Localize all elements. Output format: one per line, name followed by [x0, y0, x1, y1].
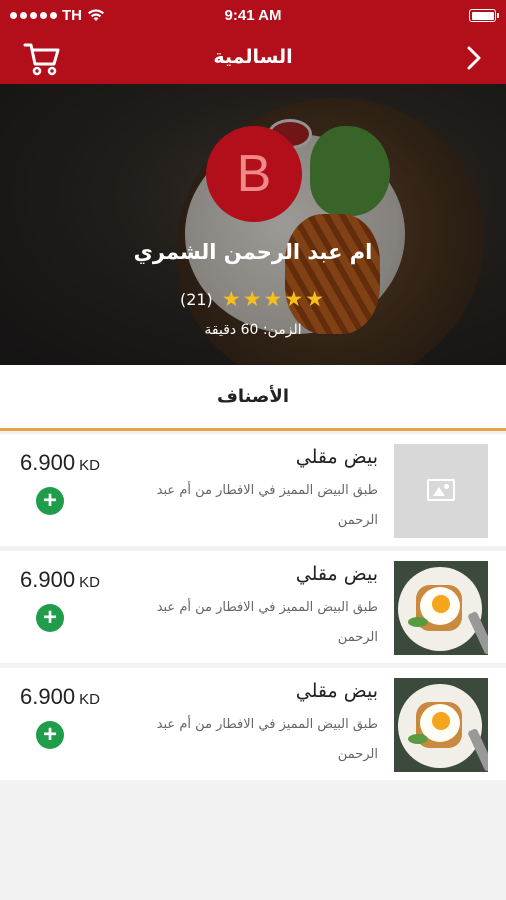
item-description: طبق البيض المميز في الافطار من أم عبد ال…: [156, 483, 378, 528]
item-price: 6.900 KD: [20, 684, 100, 710]
item-photo: [394, 678, 488, 772]
back-chevron-icon[interactable]: [464, 44, 484, 72]
section-title: الأصناف: [217, 386, 289, 407]
add-to-cart-button[interactable]: +: [36, 487, 64, 515]
add-to-cart-button[interactable]: +: [36, 604, 64, 632]
avatar: B: [206, 126, 302, 222]
section-header: الأصناف: [0, 365, 506, 431]
page-title: السالمية: [213, 46, 293, 68]
currency: KD: [79, 457, 100, 474]
rating: (21) ★★★★★: [0, 287, 506, 311]
currency: KD: [79, 574, 100, 591]
status-bar: TH 9:41 AM: [0, 0, 506, 32]
price-value: 6.900: [20, 567, 76, 592]
currency: KD: [79, 691, 100, 708]
item-name: بيض مقلي: [295, 446, 378, 468]
battery-icon: [469, 9, 499, 22]
prep-time: الزمن: 60 دقيقة: [204, 322, 302, 338]
chef-name: ام عبد الرحمن الشمري: [133, 240, 373, 264]
price-value: 6.900: [20, 684, 76, 709]
price-value: 6.900: [20, 450, 76, 475]
item-price: 6.900 KD: [20, 567, 100, 593]
clock: 9:41 AM: [224, 7, 282, 24]
chef-header: B ام عبد الرحمن الشمري (21) ★★★★★ الزمن:…: [0, 84, 506, 365]
menu-item[interactable]: 6.900 KD + بيض مقلي طبق البيض المميز في ا…: [0, 668, 506, 780]
menu-item[interactable]: 6.900 KD + بيض مقلي طبق البيض المميز في ا…: [0, 434, 506, 546]
star-rating-icon: ★★★★★: [221, 287, 327, 311]
placeholder-image-icon: [394, 444, 488, 538]
review-count: (21): [179, 290, 213, 309]
menu-item[interactable]: 6.900 KD + بيض مقلي طبق البيض المميز في ا…: [0, 551, 506, 663]
item-price: 6.900 KD: [20, 450, 100, 476]
item-name: بيض مقلي: [295, 680, 378, 702]
nav-bar: السالمية: [0, 32, 506, 84]
item-description: طبق البيض المميز في الافطار من أم عبد ال…: [156, 717, 378, 762]
item-photo: [394, 561, 488, 655]
item-description: طبق البيض المميز في الافطار من أم عبد ال…: [156, 600, 378, 645]
item-name: بيض مقلي: [295, 563, 378, 585]
add-to-cart-button[interactable]: +: [36, 721, 64, 749]
